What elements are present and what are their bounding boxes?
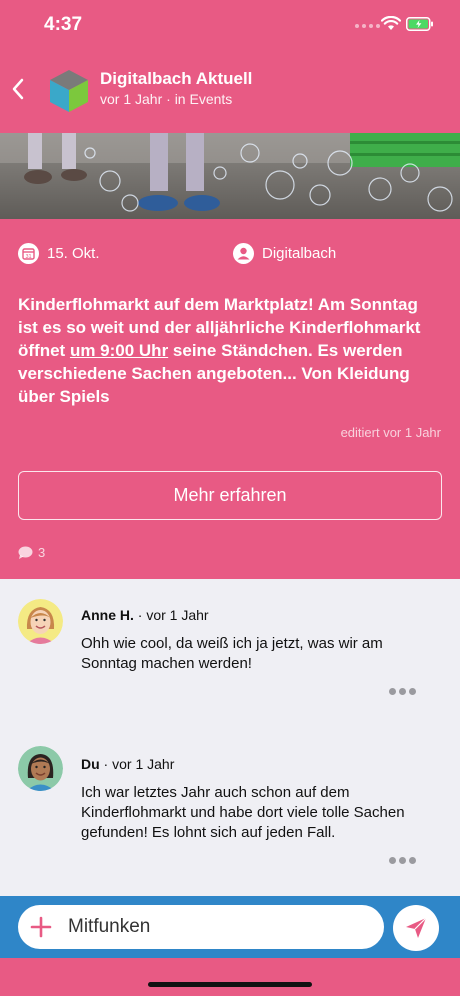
comment-more-button[interactable] (389, 857, 416, 864)
post-date-text: 15. Okt. (47, 245, 100, 262)
comments-list: Anne H. · vor 1 Jahr Ohh wie cool, da we… (0, 579, 460, 897)
channel-title[interactable]: Digitalbach Aktuell (100, 69, 252, 89)
calendar-icon: 31 (18, 243, 39, 264)
comment-time: · vor 1 Jahr (99, 756, 175, 772)
status-bar: 4:37 (0, 0, 460, 50)
comment-header: Anne H. · vor 1 Jahr (81, 607, 209, 623)
post-author[interactable]: Digitalbach (233, 243, 336, 264)
comment-input[interactable] (68, 913, 368, 941)
post-date: 31 15. Okt. (18, 243, 100, 264)
battery-icon (406, 17, 433, 31)
comment-header: Du · vor 1 Jahr (81, 756, 174, 772)
back-button[interactable] (6, 72, 30, 106)
wifi-icon (381, 16, 401, 30)
post-time-link[interactable]: um 9:00 Uhr (70, 341, 168, 360)
send-button[interactable] (393, 905, 439, 951)
comment-more-button[interactable] (389, 688, 416, 695)
comment-count-text: 3 (38, 545, 46, 560)
hero-image (0, 133, 460, 219)
channel-header: Digitalbach Aktuell vor 1 Jahr · in Even… (0, 58, 460, 124)
paper-plane-icon (406, 917, 427, 938)
comment-author[interactable]: Anne H. (81, 607, 134, 623)
avatar[interactable] (18, 599, 63, 644)
signal-icon (355, 24, 380, 28)
speech-bubble-icon (18, 546, 33, 559)
comment-time: · vor 1 Jahr (133, 607, 209, 623)
plus-icon[interactable] (29, 915, 53, 939)
chevron-left-icon (12, 78, 24, 100)
comment-author[interactable]: Du (81, 756, 100, 772)
edited-label: editiert vor 1 Jahr (340, 425, 441, 440)
home-indicator (148, 982, 312, 987)
ellipsis-icon (389, 688, 396, 695)
avatar[interactable] (18, 746, 63, 791)
channel-subtitle: vor 1 Jahr · in Events (100, 91, 233, 107)
comment-text: Ohh wie cool, da weiß ich ja jetzt, was … (81, 635, 383, 672)
svg-text:31: 31 (25, 254, 31, 260)
compose-field (18, 905, 384, 949)
post-meta: 31 15. Okt. Digitalbach (0, 243, 460, 267)
comment-composer (0, 896, 460, 958)
ellipsis-icon (389, 857, 396, 864)
post-author-text: Digitalbach (262, 245, 337, 262)
status-time: 4:37 (44, 14, 83, 35)
comment-text: Ich war letztes Jahr auch schon auf dem … (81, 784, 405, 841)
person-icon (233, 243, 254, 264)
learn-more-button[interactable]: Mehr erfahren (18, 471, 442, 520)
channel-logo (50, 70, 88, 112)
post-body: Kinderflohmarkt auf dem Marktplatz! Am S… (18, 293, 438, 408)
comment-count[interactable]: 3 (18, 545, 45, 560)
